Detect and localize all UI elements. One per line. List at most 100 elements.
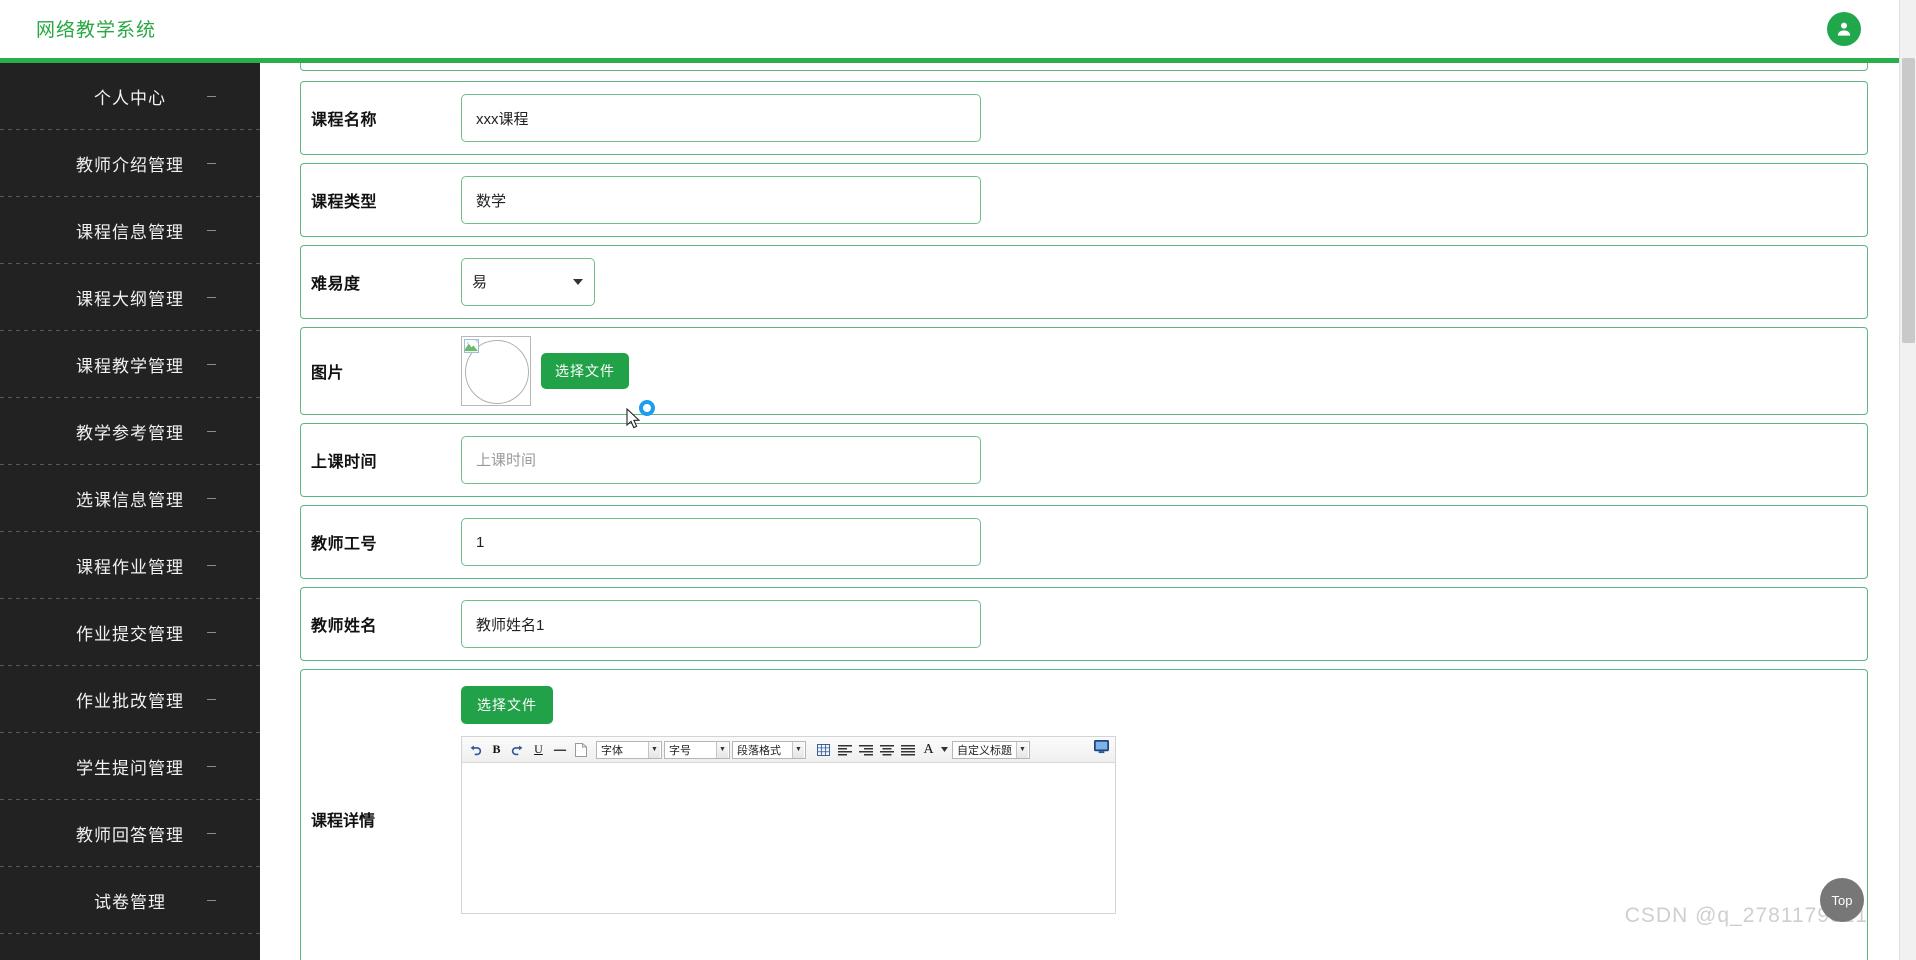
chevron-down-icon (207, 297, 216, 298)
sidebar-item-exam-question[interactable]: 试题管理 (0, 934, 260, 960)
browser-scrollbar-thumb[interactable] (1902, 58, 1915, 343)
align-center-icon[interactable] (877, 740, 896, 760)
align-right-icon[interactable] (856, 740, 875, 760)
sidebar-item-label: 课程信息管理 (76, 222, 184, 242)
redo-icon[interactable] (508, 740, 527, 760)
field-control: 易 (461, 258, 1867, 306)
chevron-down-icon (207, 632, 216, 633)
form-row-course-type: 课程类型 (300, 163, 1868, 237)
sidebar-item-label: 课程教学管理 (76, 356, 184, 376)
chevron-down-icon (207, 565, 216, 566)
difficulty-select[interactable]: 易 (461, 258, 595, 306)
sidebar-item-personal-center[interactable]: 个人中心 (0, 63, 260, 129)
custom-title-select[interactable]: 自定义标题 ▼ (952, 740, 1030, 759)
sidebar-item-label: 个人中心 (94, 88, 166, 108)
sidebar-item-label: 教师介绍管理 (76, 155, 184, 175)
field-control (461, 600, 1867, 648)
field-label: 课程详情 (311, 813, 376, 830)
font-family-select[interactable]: 字体 ▼ (596, 740, 662, 759)
form-row-image: 图片 选择文件 (300, 327, 1868, 415)
editor-content-area[interactable] (462, 763, 1115, 913)
image-preview-box (461, 336, 531, 406)
browser-scrollbar[interactable] (1899, 0, 1916, 960)
sidebar-item-teacher-intro[interactable]: 教师介绍管理 (0, 130, 260, 196)
align-left-icon[interactable] (835, 740, 854, 760)
chevron-down-icon[interactable] (940, 740, 948, 760)
chevron-down-icon (207, 230, 216, 231)
horizontal-rule-icon[interactable] (550, 740, 569, 760)
sidebar-item-label: 教师回答管理 (76, 825, 184, 845)
field-label: 教师工号 (311, 536, 378, 553)
form-row-teacher-id: 教师工号 (300, 505, 1868, 579)
class-time-input[interactable] (461, 436, 981, 484)
sidebar-item-course-info[interactable]: 课程信息管理 (0, 197, 260, 263)
chevron-down-icon (207, 900, 216, 901)
justify-icon[interactable] (898, 740, 917, 760)
font-size-select[interactable]: 字号 ▼ (664, 740, 730, 759)
sidebar-item-course-homework[interactable]: 课程作业管理 (0, 532, 260, 598)
sidebar-item-exam-paper[interactable]: 试卷管理 (0, 867, 260, 933)
underline-button[interactable]: U (529, 740, 548, 760)
chevron-down-icon (207, 431, 216, 432)
user-avatar-icon[interactable] (1827, 12, 1861, 46)
sidebar-item-student-questions[interactable]: 学生提问管理 (0, 733, 260, 799)
chevron-down-icon: ▼ (792, 741, 804, 758)
course-type-input[interactable] (461, 176, 981, 224)
sidebar-item-course-teaching[interactable]: 课程教学管理 (0, 331, 260, 397)
table-icon[interactable] (814, 740, 833, 760)
font-size-value: 字号 (669, 744, 691, 757)
sidebar-item-teacher-answers[interactable]: 教师回答管理 (0, 800, 260, 866)
bold-button[interactable]: B (487, 740, 506, 760)
paragraph-format-value: 段落格式 (737, 744, 781, 757)
difficulty-select-wrapper: 易 (461, 258, 595, 306)
sidebar-item-label: 作业批改管理 (76, 691, 184, 711)
form-row-class-time: 上课时间 (300, 423, 1868, 497)
teacher-id-input[interactable] (461, 518, 981, 566)
field-control (461, 176, 1867, 224)
sidebar-item-course-outline[interactable]: 课程大纲管理 (0, 264, 260, 330)
editor-toolbar: B U 字体 ▼ 字号 ▼ 段落格式 ▼ A 自定义标题 ▼ (462, 737, 1115, 763)
detail-choose-file-button[interactable]: 选择文件 (461, 686, 553, 724)
field-control (461, 94, 1867, 142)
sidebar-item-teaching-reference[interactable]: 教学参考管理 (0, 398, 260, 464)
form-row-teacher-name: 教师姓名 (300, 587, 1868, 661)
chevron-down-icon (207, 96, 216, 97)
sidebar-item-label: 作业提交管理 (76, 624, 184, 644)
chevron-down-icon: ▼ (648, 741, 660, 758)
sidebar-item-label: 学生提问管理 (76, 758, 184, 778)
rich-text-editor: B U 字体 ▼ 字号 ▼ 段落格式 ▼ A 自定义标题 ▼ (461, 736, 1116, 914)
form-row-clipped-top (300, 63, 1868, 71)
page-root: 网络教学系统 个人中心 教师介绍管理 课程信息管理 课程大纲管理 课程教学管理 … (0, 0, 1916, 960)
image-choose-file-button[interactable]: 选择文件 (541, 353, 629, 389)
undo-icon[interactable] (466, 740, 485, 760)
teacher-name-input[interactable] (461, 600, 981, 648)
field-label: 上课时间 (311, 454, 378, 471)
chevron-down-icon (207, 833, 216, 834)
chevron-down-icon (207, 163, 216, 164)
text-color-button[interactable]: A (919, 740, 938, 760)
sidebar-item-label: 试卷管理 (94, 892, 166, 912)
chevron-down-icon (207, 699, 216, 700)
field-label: 难易度 (311, 276, 361, 293)
sidebar-item-label: 选课信息管理 (76, 490, 184, 510)
site-brand-title: 网络教学系统 (36, 20, 157, 41)
sidebar-item-homework-grading[interactable]: 作业批改管理 (0, 666, 260, 732)
monitor-icon[interactable] (1094, 740, 1109, 759)
form-row-difficulty: 难易度 易 (300, 245, 1868, 319)
sidebar-item-label: 教学参考管理 (76, 423, 184, 443)
chevron-down-icon (207, 766, 216, 767)
field-control: 选择文件 (461, 336, 1867, 406)
custom-title-value: 自定义标题 (957, 744, 1012, 757)
page-icon[interactable] (571, 740, 590, 760)
sidebar-item-course-selection[interactable]: 选课信息管理 (0, 465, 260, 531)
broken-image-icon (464, 339, 479, 358)
mouse-pointer-icon (626, 407, 642, 430)
course-edit-form: 课程名称 课程类型 难易度 易 (300, 63, 1868, 960)
back-to-top-button[interactable]: Top (1820, 878, 1864, 922)
paragraph-format-select[interactable]: 段落格式 ▼ (732, 740, 806, 759)
chevron-down-icon: ▼ (716, 741, 728, 758)
sidebar-item-homework-submit[interactable]: 作业提交管理 (0, 599, 260, 665)
font-family-value: 字体 (601, 744, 623, 757)
top-header-bar: 网络教学系统 (0, 0, 1916, 58)
course-name-input[interactable] (461, 94, 981, 142)
